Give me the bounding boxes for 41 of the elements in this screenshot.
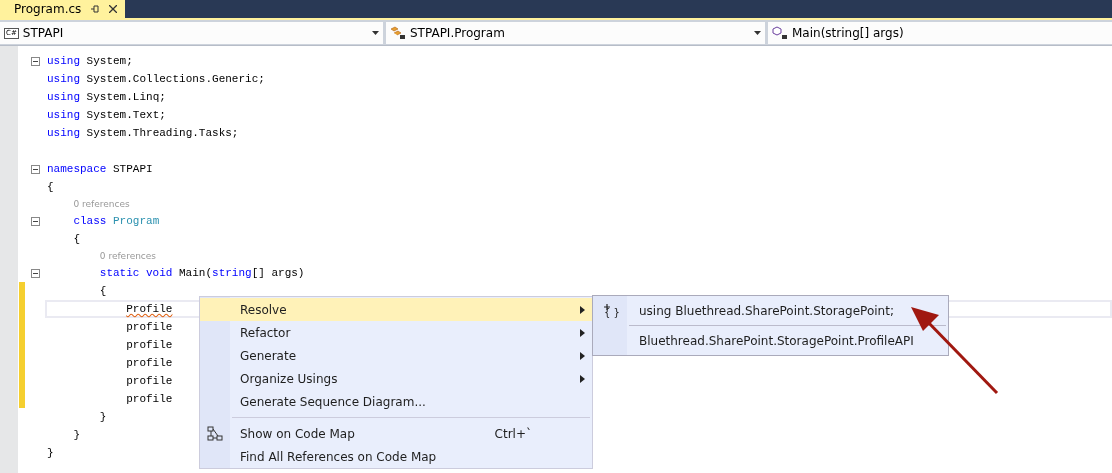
pin-icon[interactable]: [91, 5, 100, 13]
collapse-icon[interactable]: [31, 216, 40, 226]
menu-item[interactable]: Generate: [200, 344, 592, 367]
code-line: }: [47, 447, 54, 459]
code-line: Profile: [125, 303, 173, 315]
code-line: }: [98, 411, 107, 423]
code-line: profile: [125, 321, 173, 333]
navigation-dropdown[interactable]: Main(string[] args): [768, 22, 1112, 44]
menu-item[interactable]: Generate Sequence Diagram...: [200, 390, 592, 413]
collapse-icon[interactable]: [31, 268, 40, 278]
code-line: }: [72, 429, 80, 441]
navigation-dropdown[interactable]: STPAPI.Program: [386, 22, 765, 44]
code-map-icon: [207, 425, 223, 442]
code-line: using System;: [47, 55, 133, 67]
menu-item[interactable]: { } using Bluethread.SharePoint.StoragePoint;: [595, 298, 946, 323]
code-line: profile: [125, 339, 173, 351]
menu-item[interactable]: Refactor: [200, 321, 592, 344]
menu-item[interactable]: Organize Usings: [200, 367, 592, 390]
menu-item[interactable]: Resolve: [200, 298, 592, 321]
code-line: profile: [125, 375, 173, 387]
menu-item[interactable]: Bluethread.SharePoint.StoragePoint.ProfileAPI: [595, 328, 946, 353]
code-line: {: [47, 181, 54, 193]
collapse-icon[interactable]: [31, 164, 40, 174]
code-line: namespace STPAPI: [47, 163, 153, 175]
code-line: using System.Text;: [47, 109, 166, 121]
code-line: {: [98, 285, 107, 297]
code-line: {: [72, 233, 80, 245]
code-line: static void Main(string[] args): [98, 267, 305, 279]
menu-item[interactable]: Show on Code Map Ctrl+`: [200, 422, 592, 445]
code-line: using System.Linq;: [47, 91, 166, 103]
code-line: profile: [125, 393, 173, 405]
method-icon: [772, 26, 788, 40]
close-icon[interactable]: [109, 5, 118, 13]
code-line: using System.Collections.Generic;: [47, 73, 265, 85]
code-line: profile: [125, 357, 173, 369]
class-icon: [390, 26, 406, 40]
code-line: class Program: [72, 215, 160, 227]
file-tab[interactable]: Program.cs: [0, 0, 126, 18]
code-line: using System.Threading.Tasks;: [47, 127, 239, 139]
collapse-icon[interactable]: [31, 56, 40, 66]
menu-item[interactable]: Find All References on Code Map: [200, 445, 592, 468]
